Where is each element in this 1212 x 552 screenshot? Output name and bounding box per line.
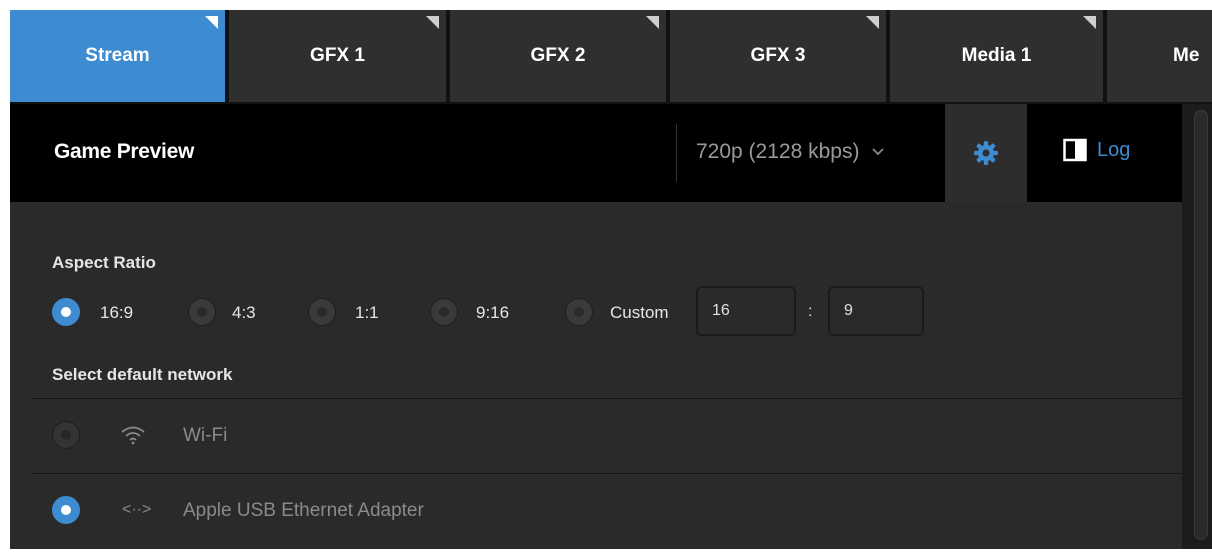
radio-dot — [317, 307, 327, 317]
tab-corner-icon — [205, 16, 218, 29]
radio-16-9[interactable] — [52, 298, 80, 326]
panel-toggle-icon — [1063, 138, 1087, 162]
aspect-ratio-heading: Aspect Ratio — [52, 253, 156, 272]
header-divider — [676, 124, 677, 182]
tab-bar: Stream GFX 1 GFX 2 GFX 3 Media 1 Me — [10, 10, 1212, 102]
radio-4-3[interactable] — [188, 298, 216, 326]
option-label-4-3: 4:3 — [232, 303, 256, 322]
tab-label: GFX 3 — [750, 45, 806, 66]
quality-dropdown[interactable]: 720p (2128 kbps) — [696, 140, 885, 164]
tab-label: Stream — [85, 45, 150, 66]
tab-media-1[interactable]: Media 1 — [890, 10, 1105, 102]
tab-stream[interactable]: Stream — [10, 10, 227, 102]
quality-value: 720p (2128 kbps) — [696, 140, 860, 163]
custom-width-input[interactable]: 16 — [696, 286, 796, 336]
app-window: Stream GFX 1 GFX 2 GFX 3 Media 1 Me Game… — [10, 10, 1212, 549]
tab-gfx-2[interactable]: GFX 2 — [450, 10, 668, 102]
tab-label: Media 1 — [961, 45, 1032, 66]
radio-dot — [61, 307, 71, 317]
stream-header: Game Preview 720p (2128 kbps) Log — [10, 104, 1182, 202]
custom-separator: : — [808, 303, 813, 320]
tab-corner-icon — [1083, 16, 1096, 29]
option-label-custom: Custom — [610, 303, 669, 322]
log-button[interactable]: Log — [1063, 138, 1130, 162]
settings-button[interactable] — [945, 104, 1027, 202]
radio-dot — [61, 430, 71, 440]
chevron-down-icon — [872, 148, 885, 156]
radio-dot — [61, 505, 71, 515]
tab-corner-icon — [646, 16, 659, 29]
log-label: Log — [1097, 138, 1131, 161]
radio-dot — [574, 307, 584, 317]
network-label-wifi: Wi-Fi — [183, 425, 228, 446]
wifi-icon — [121, 426, 145, 445]
settings-panel: Aspect Ratio 16:9 4:3 1:1 9:16 Custom 16… — [10, 202, 1182, 549]
radio-dot — [197, 307, 207, 317]
radio-wifi[interactable] — [52, 421, 80, 449]
custom-height-input[interactable]: 9 — [828, 286, 924, 336]
ethernet-icon: <··> — [122, 501, 152, 518]
radio-ethernet[interactable] — [52, 496, 80, 524]
option-label-16-9: 16:9 — [100, 303, 134, 322]
tab-corner-icon — [866, 16, 879, 29]
radio-dot — [439, 307, 449, 317]
tab-corner-icon — [426, 16, 439, 29]
option-label-9-16: 9:16 — [476, 303, 510, 322]
tab-label: GFX 1 — [310, 45, 365, 66]
network-heading: Select default network — [52, 365, 233, 384]
radio-custom[interactable] — [565, 298, 593, 326]
radio-1-1[interactable] — [308, 298, 336, 326]
page-title: Game Preview — [54, 140, 194, 163]
radio-9-16[interactable] — [430, 298, 458, 326]
frame: Stream GFX 1 GFX 2 GFX 3 Media 1 Me Game… — [0, 0, 1212, 552]
tab-media-2[interactable]: Me — [1107, 10, 1212, 102]
scrollbar-thumb[interactable] — [1194, 110, 1208, 540]
network-option-ethernet[interactable]: <··> Apple USB Ethernet Adapter — [10, 474, 1182, 546]
gear-icon — [974, 141, 998, 165]
network-option-wifi[interactable]: Wi-Fi — [10, 399, 1182, 471]
tab-label: Me — [1173, 45, 1200, 66]
option-label-1-1: 1:1 — [355, 303, 379, 322]
tab-gfx-3[interactable]: GFX 3 — [670, 10, 888, 102]
tab-label: GFX 2 — [530, 45, 586, 66]
tab-gfx-1[interactable]: GFX 1 — [229, 10, 448, 102]
network-label-ethernet: Apple USB Ethernet Adapter — [183, 500, 424, 521]
